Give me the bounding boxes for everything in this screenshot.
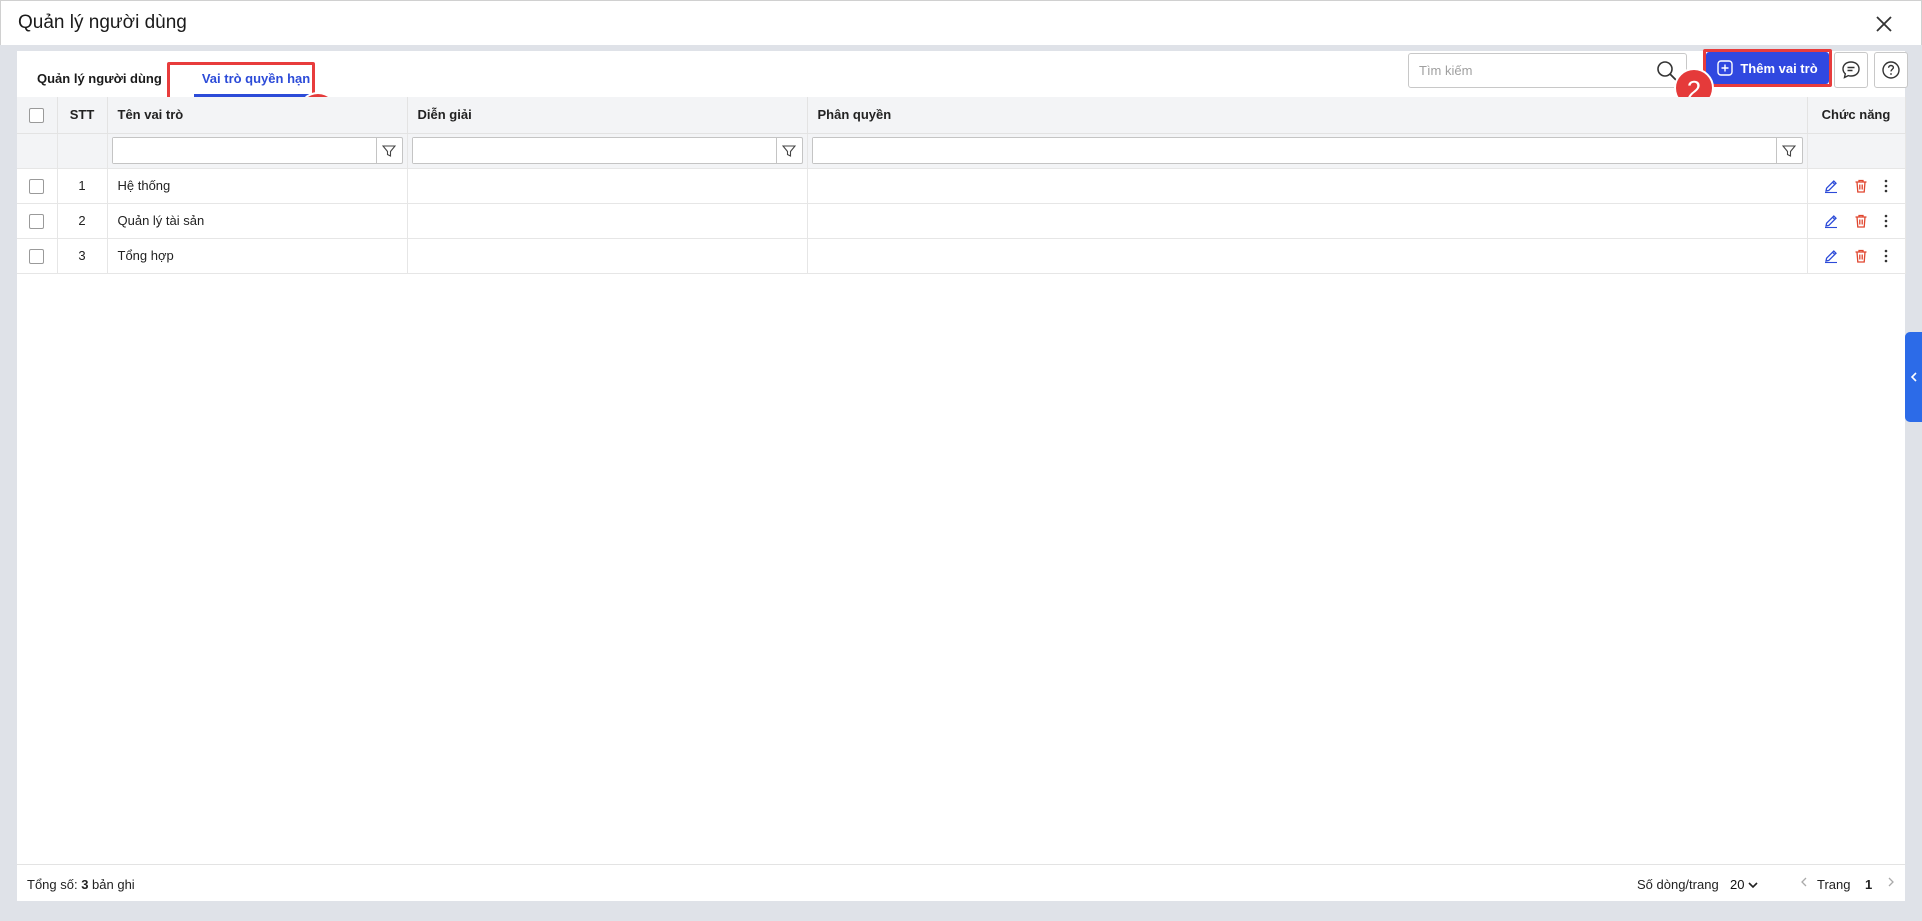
plus-square-icon [1717,60,1734,76]
total-records: Tổng số: 3 bản ghi [27,877,135,892]
row-stt: 3 [57,238,108,274]
row-permissions [807,168,1808,204]
tab-roles-permissions[interactable]: Vai trò quyền hạn [182,59,330,97]
table-row: 3 Tổng hợp [17,238,1906,274]
more-vertical-icon[interactable] [1883,213,1889,229]
header-checkbox-cell [17,97,58,134]
header-permissions: Phân quyền [807,97,1808,134]
table-footer: Tổng số: 3 bản ghi Số dòng/trang 20 Tran… [17,864,1905,901]
filter-icon[interactable] [775,138,802,163]
filter-permissions-input[interactable] [812,138,1776,163]
rows-per-page-select[interactable]: 20 [1730,877,1758,892]
trash-icon[interactable] [1853,178,1869,194]
rows-per-page-value: 20 [1730,877,1745,892]
chevron-left-icon[interactable] [1800,876,1808,891]
select-all-checkbox[interactable] [29,107,45,123]
filter-description-input[interactable] [412,138,776,163]
filter-row [17,133,1906,169]
roles-table: STT Tên vai trò Diễn giải Phân quyền Chứ… [17,97,1906,274]
header-stt: STT [57,97,108,134]
filter-permissions [811,137,1803,164]
header-description: Diễn giải [407,97,808,134]
edit-icon[interactable] [1823,178,1839,194]
tab-user-management[interactable]: Quản lý người dùng [17,59,182,97]
chevron-down-icon [1748,882,1758,889]
help-icon [1882,61,1900,79]
header-actions: Chức năng [1807,97,1906,134]
filter-icon[interactable] [1775,138,1802,163]
search-icon[interactable] [1656,60,1678,82]
rows-per-page-label: Số dòng/trang [1637,877,1719,892]
row-description [407,238,808,274]
search-input[interactable] [1419,54,1649,87]
row-stt: 1 [57,168,108,204]
header-role-name: Tên vai trò [107,97,408,134]
more-vertical-icon[interactable] [1883,178,1889,194]
total-suffix: bản ghi [88,877,135,892]
filter-role-name [111,137,403,164]
filter-role-name-input[interactable] [112,138,376,163]
row-permissions [807,203,1808,239]
row-role-name: Quản lý tài sản [107,203,408,239]
add-role-button[interactable]: Thêm vai trò [1706,52,1829,84]
row-stt: 2 [57,203,108,239]
trash-icon[interactable] [1853,248,1869,264]
edit-icon[interactable] [1823,213,1839,229]
chevron-right-icon[interactable] [1887,876,1895,891]
trash-icon[interactable] [1853,213,1869,229]
table-row: 2 Quản lý tài sản [17,203,1906,239]
tab-bar: Quản lý người dùng Vai trò quyền hạn [17,59,330,97]
row-checkbox[interactable] [29,213,45,229]
help-button[interactable] [1874,52,1908,88]
filter-description [411,137,803,164]
row-description [407,168,808,204]
total-prefix: Tổng số: [27,877,82,892]
row-role-name: Hệ thống [107,168,408,204]
add-role-label: Thêm vai trò [1740,60,1818,76]
filter-icon[interactable] [375,138,402,163]
chat-icon [1842,61,1860,79]
chevron-left-icon [1910,372,1917,382]
close-icon[interactable] [1873,13,1895,35]
table-row: 1 Hệ thống [17,168,1906,204]
page-label: Trang [1817,877,1851,892]
edit-icon[interactable] [1823,248,1839,264]
row-permissions [807,238,1808,274]
feedback-button[interactable] [1834,52,1868,88]
page-number: 1 [1865,877,1873,892]
more-vertical-icon[interactable] [1883,248,1889,264]
row-role-name: Tổng hợp [107,238,408,274]
row-description [407,203,808,239]
dialog-titlebar: Quản lý người dùng [0,0,1922,45]
side-panel-toggle[interactable] [1905,332,1922,422]
search-box [1408,53,1687,88]
table-header-row: STT Tên vai trò Diễn giải Phân quyền Chứ… [17,97,1906,134]
row-checkbox[interactable] [29,178,45,194]
dialog-title: Quản lý người dùng [18,12,187,33]
row-checkbox[interactable] [29,248,45,264]
